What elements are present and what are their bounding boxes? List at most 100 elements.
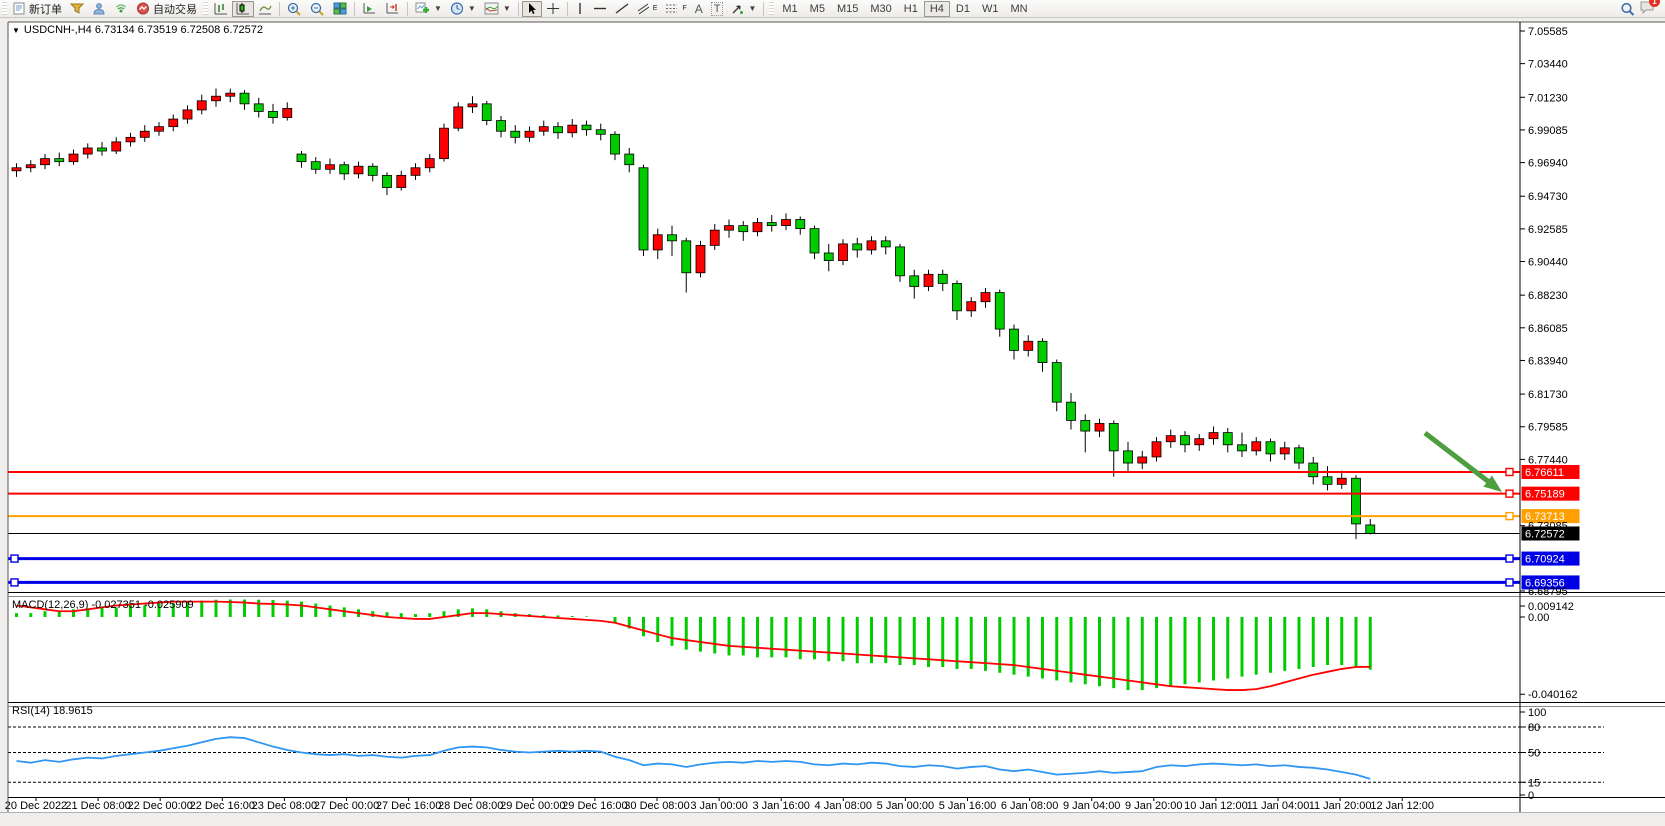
indicators-icon — [415, 2, 430, 15]
line-chart-icon — [258, 2, 272, 15]
svg-text:6.76611: 6.76611 — [1525, 467, 1564, 479]
macd-label: MACD(12,26,9) -0.027351 -0.025909 — [12, 599, 194, 611]
chart-shift-button[interactable] — [381, 1, 404, 17]
svg-text:9 Jan 04:00: 9 Jan 04:00 — [1063, 800, 1121, 812]
svg-text:6.83940: 6.83940 — [1528, 355, 1568, 367]
svg-text:80: 80 — [1528, 722, 1540, 734]
channel-button[interactable]: E — [633, 1, 662, 17]
zoom-out-icon — [310, 2, 325, 16]
templates-icon — [484, 2, 499, 15]
svg-text:6.79585: 6.79585 — [1528, 422, 1568, 434]
indicators-button[interactable]: ▼ — [411, 1, 446, 17]
svg-text:29 Dec 00:00: 29 Dec 00:00 — [500, 800, 565, 812]
tile-windows-button[interactable] — [329, 1, 351, 17]
svg-text:6.81730: 6.81730 — [1528, 389, 1568, 401]
timeframe-button-d1[interactable]: D1 — [950, 1, 976, 17]
svg-text:12 Jan 12:00: 12 Jan 12:00 — [1370, 800, 1434, 812]
main-toolbar: 新订单 自动交易 — [0, 0, 1665, 18]
line-chart-button[interactable] — [254, 1, 276, 17]
horizontal-line-icon — [593, 2, 607, 15]
periods-icon — [450, 2, 464, 15]
svg-text:6.73085: 6.73085 — [1528, 521, 1568, 533]
periods-button[interactable]: ▼ — [446, 1, 480, 17]
crosshair-button[interactable] — [542, 1, 564, 17]
autotrading-icon — [136, 2, 150, 15]
timeframe-button-h4[interactable]: H4 — [924, 1, 950, 17]
timeframe-button-m30[interactable]: M30 — [864, 1, 897, 17]
svg-text:6.92585: 6.92585 — [1528, 224, 1568, 236]
new-order-icon — [13, 2, 26, 15]
zoom-in-button[interactable] — [283, 1, 306, 17]
svg-text:22 Dec 16:00: 22 Dec 16:00 — [190, 800, 255, 812]
svg-text:3 Jan 16:00: 3 Jan 16:00 — [752, 800, 810, 812]
arrows-button[interactable]: ▼ — [727, 1, 760, 17]
search-button[interactable] — [1616, 1, 1639, 17]
svg-text:15: 15 — [1528, 777, 1540, 789]
chart-canvas[interactable]: 6.766116.751896.737136.725726.709246.693… — [0, 17, 1665, 826]
svg-text:0: 0 — [1528, 790, 1534, 802]
auto-scroll-button[interactable] — [358, 1, 381, 17]
notification-badge: 1 — [1649, 0, 1660, 7]
community-icon — [92, 2, 106, 15]
timeframe-button-mn[interactable]: MN — [1004, 1, 1033, 17]
chart-title: ▼ USDCNH-,H4 6.73134 6.73519 6.72508 6.72… — [12, 24, 263, 36]
community-button[interactable] — [88, 1, 110, 17]
toolbar-grip[interactable] — [203, 2, 208, 15]
svg-text:6.75189: 6.75189 — [1525, 489, 1565, 501]
templates-button[interactable]: ▼ — [480, 1, 515, 17]
zoom-out-button[interactable] — [306, 1, 329, 17]
autotrading-button[interactable]: 自动交易 — [132, 1, 201, 17]
toolbar-grip[interactable] — [769, 2, 774, 15]
zoom-in-icon — [287, 2, 302, 16]
new-order-label: 新订单 — [29, 1, 62, 17]
bar-chart-button[interactable] — [210, 1, 232, 17]
crosshair-icon — [546, 2, 560, 15]
notifications-button[interactable]: 1 — [1639, 0, 1655, 17]
svg-text:6.86085: 6.86085 — [1528, 323, 1568, 335]
timeframe-button-m1[interactable]: M1 — [776, 1, 803, 17]
svg-text:0.00: 0.00 — [1528, 612, 1549, 624]
chevron-down-icon: ▼ — [503, 4, 511, 13]
fibonacci-button[interactable]: F — [661, 1, 690, 17]
date-axis: 20 Dec 202221 Dec 08:0022 Dec 00:0022 De… — [5, 798, 1434, 813]
trendline-button[interactable] — [611, 1, 633, 17]
text-icon: A — [695, 2, 703, 16]
svg-text:4 Jan 08:00: 4 Jan 08:00 — [815, 800, 873, 812]
toolbar-grip[interactable] — [2, 2, 7, 15]
cursor-button[interactable] — [522, 1, 542, 17]
fibonacci-letter: F — [682, 5, 686, 12]
timeframe-button-m5[interactable]: M5 — [804, 1, 831, 17]
candlestick-chart-button[interactable] — [232, 1, 254, 17]
arrows-icon — [731, 2, 744, 15]
timeframe-button-h1[interactable]: H1 — [898, 1, 924, 17]
new-order-button[interactable]: 新订单 — [9, 1, 66, 17]
svg-text:27 Dec 16:00: 27 Dec 16:00 — [376, 800, 441, 812]
svg-text:6.77440: 6.77440 — [1528, 454, 1568, 466]
trendline-icon — [615, 2, 629, 15]
timeframe-button-m15[interactable]: M15 — [831, 1, 864, 17]
chart-shift-icon — [385, 2, 400, 15]
chart-window: 6.766116.751896.737136.725726.709246.693… — [0, 17, 1665, 826]
svg-text:30 Dec 08:00: 30 Dec 08:00 — [624, 800, 689, 812]
signals-button[interactable] — [110, 1, 132, 17]
text-label-button[interactable]: T — [707, 1, 728, 17]
collapse-icon[interactable]: ▼ — [12, 26, 20, 35]
timeframe-button-w1[interactable]: W1 — [976, 1, 1005, 17]
svg-text:6.96940: 6.96940 — [1528, 158, 1568, 170]
svg-text:20 Dec 2022: 20 Dec 2022 — [5, 800, 67, 812]
svg-text:6.99085: 6.99085 — [1528, 125, 1568, 137]
svg-text:6.90440: 6.90440 — [1528, 257, 1568, 269]
search-icon — [1620, 2, 1635, 16]
text-button[interactable]: A — [691, 1, 707, 17]
text-label-icon: T — [711, 2, 724, 16]
market-button[interactable] — [66, 1, 88, 17]
chart-title-text: USDCNH-,H4 6.73134 6.73519 6.72508 6.725… — [24, 24, 263, 36]
autotrading-label: 自动交易 — [153, 1, 197, 17]
svg-text:11 Jan 20:00: 11 Jan 20:00 — [1309, 800, 1372, 812]
chevron-down-icon: ▼ — [748, 4, 756, 13]
vertical-line-button[interactable] — [571, 1, 589, 17]
svg-text:5 Jan 00:00: 5 Jan 00:00 — [877, 800, 935, 812]
horizontal-line-button[interactable] — [589, 1, 611, 17]
svg-text:21 Dec 08:00: 21 Dec 08:00 — [65, 800, 130, 812]
mt4-window: 新订单 自动交易 — [0, 0, 1665, 826]
